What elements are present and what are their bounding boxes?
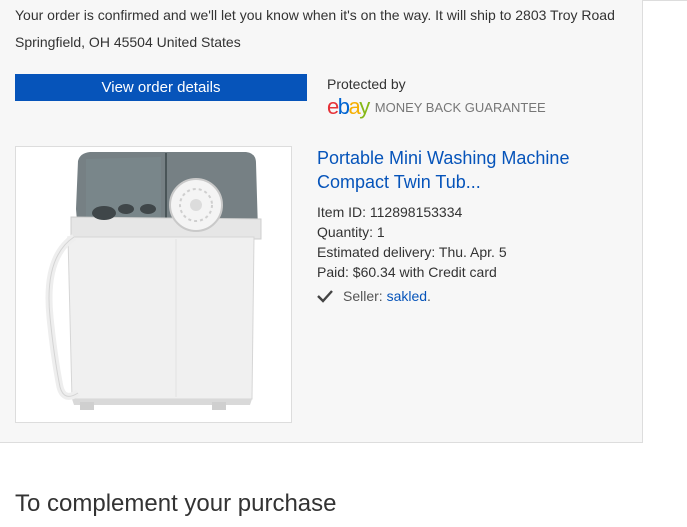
checkmark-icon: [317, 290, 333, 303]
divider: [643, 0, 687, 1]
order-card: Your order is confirmed and we'll let yo…: [0, 0, 643, 443]
payment-info: Paid: $60.34 with Credit card: [317, 264, 497, 280]
complement-heading: To complement your purchase: [15, 490, 337, 517]
item-id: Item ID: 112898153334: [317, 204, 463, 220]
seller-link[interactable]: sakled: [387, 288, 427, 304]
product-title-link[interactable]: Portable Mini Washing Machine Compact Tw…: [317, 146, 617, 194]
money-back-guarantee-badge: ebay MONEY BACK GUARANTEE: [327, 95, 546, 119]
view-order-details-button[interactable]: View order details: [15, 74, 307, 101]
washing-machine-image: [45, 152, 262, 410]
estimated-delivery: Estimated delivery: Thu. Apr. 5: [317, 244, 507, 260]
order-confirmation-text: Your order is confirmed and we'll let yo…: [15, 7, 615, 50]
seller-label: Seller:: [343, 288, 383, 304]
protected-by-label: Protected by: [327, 76, 406, 92]
seller-suffix: .: [427, 288, 431, 304]
money-back-guarantee-label: MONEY BACK GUARANTEE: [374, 99, 546, 115]
item-quantity: Quantity: 1: [317, 224, 385, 240]
product-image[interactable]: [15, 146, 292, 423]
ebay-logo: ebay: [327, 94, 370, 119]
seller-row: Seller: sakled.: [317, 288, 431, 304]
